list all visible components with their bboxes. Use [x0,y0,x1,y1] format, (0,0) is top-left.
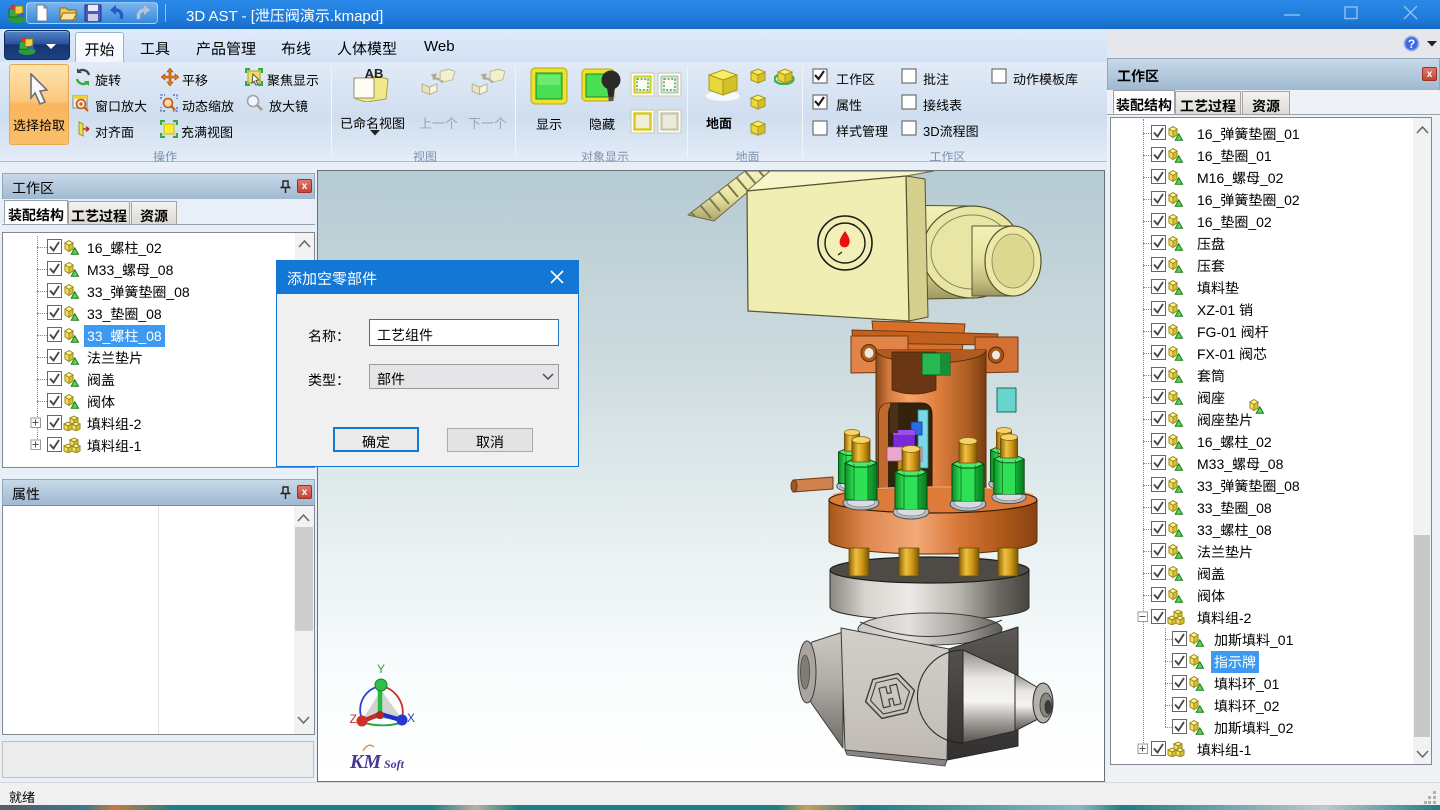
svg-text:KM: KM [349,751,382,773]
svg-text:Soft: Soft [384,757,405,771]
svg-text:?: ? [1408,37,1415,51]
svg-text:AB: AB [365,68,384,81]
svg-text:Y: Y [377,662,385,676]
svg-text:Z: Z [350,712,357,726]
svg-text:X: X [407,711,415,725]
